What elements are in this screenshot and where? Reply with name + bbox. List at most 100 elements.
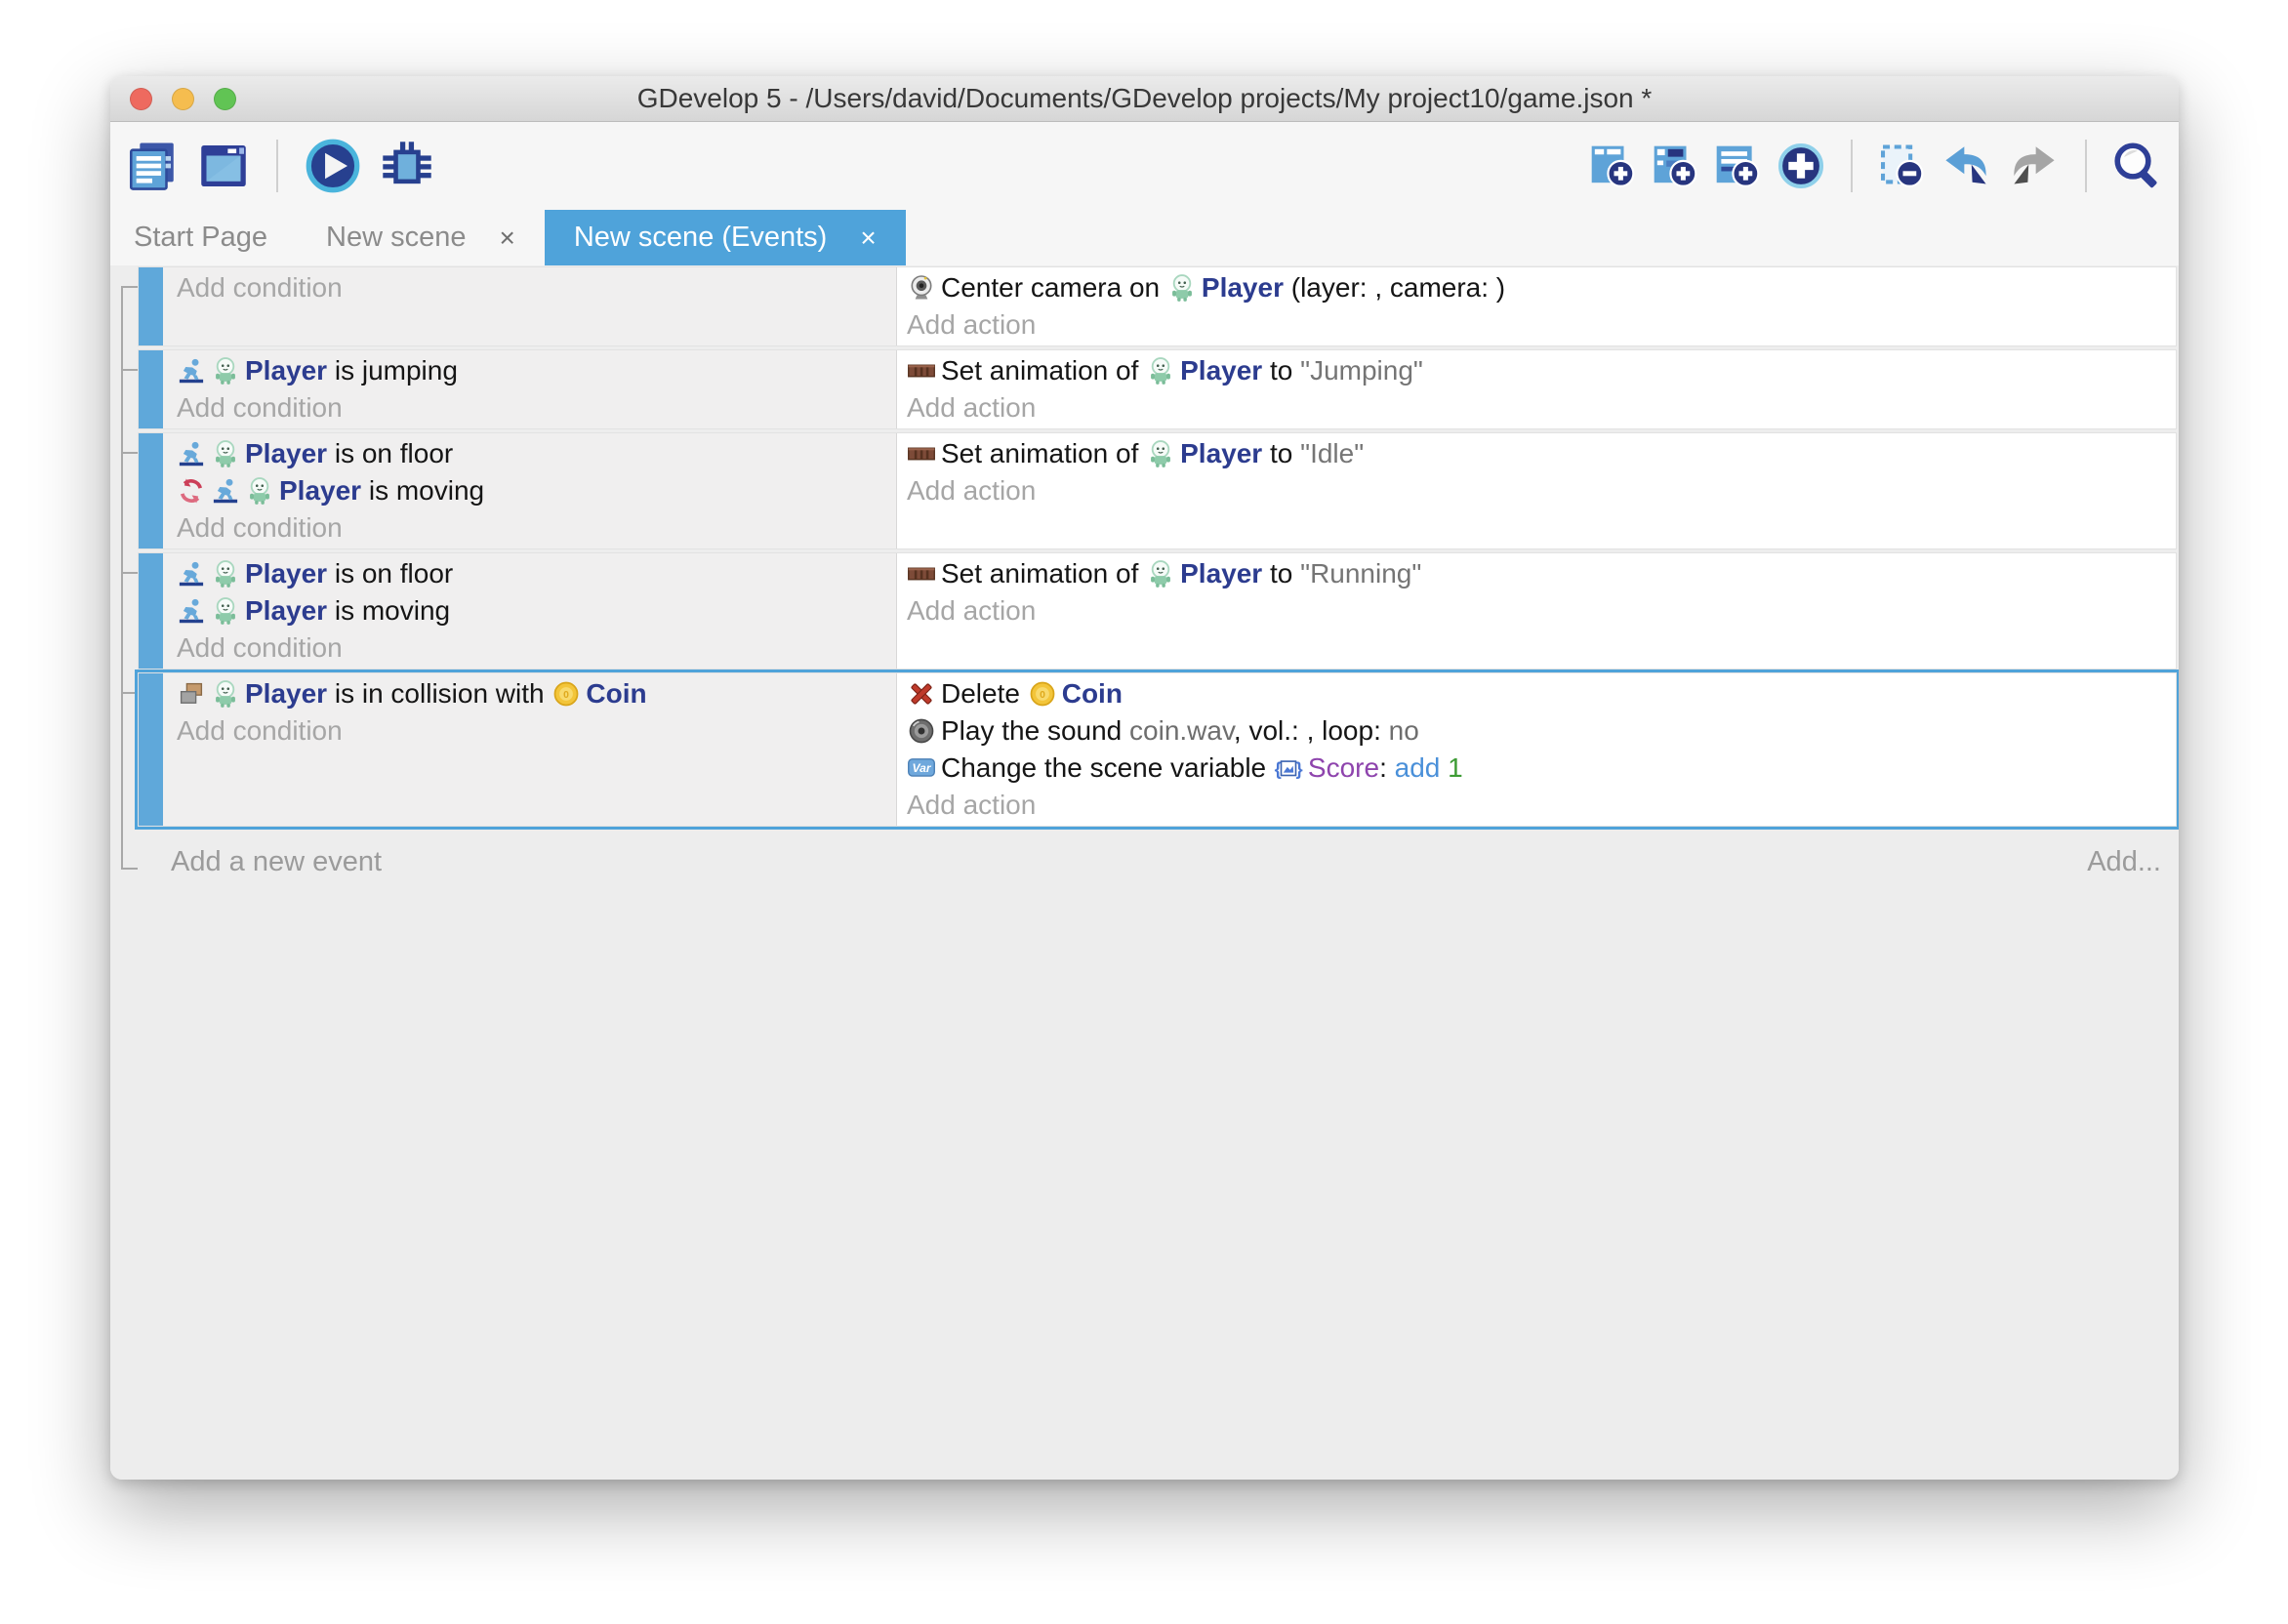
action-line[interactable]: Delete 0Coin — [897, 675, 2176, 712]
action-line[interactable]: VarChange the scene variable {}Score: ad… — [897, 750, 2176, 787]
tab-close-icon[interactable]: × — [860, 223, 876, 254]
add-event-button[interactable] — [1587, 142, 1636, 190]
svg-text:Var: Var — [912, 761, 931, 775]
tab-start-page[interactable]: Start Page — [110, 210, 297, 265]
text-segment: Play the sound — [941, 715, 1129, 746]
text-segment: Player — [245, 595, 327, 626]
add-action-button[interactable]: Add action — [897, 472, 2176, 509]
text-segment: Delete — [941, 678, 1028, 709]
add-condition-button[interactable]: Add condition — [163, 389, 896, 426]
minimize-window-button[interactable] — [172, 88, 194, 110]
event-row[interactable]: Add conditionCenter camera on Player (la… — [138, 266, 2177, 346]
add-comment-button[interactable] — [1712, 142, 1761, 190]
text-segment: no — [1389, 715, 1419, 746]
event-row[interactable]: Player is on floorPlayer is movingAdd co… — [138, 432, 2177, 549]
actions-cell: Delete 0CoinPlay the sound coin.wav, vol… — [897, 673, 2176, 826]
redo-button[interactable] — [2007, 139, 2062, 193]
event-handle-bar[interactable] — [139, 673, 163, 826]
add-more-button[interactable]: Add... — [2087, 846, 2161, 878]
close-window-button[interactable] — [130, 88, 152, 110]
events-sheet: Add conditionCenter camera on Player (la… — [110, 265, 2179, 1480]
tab-label: Start Page — [134, 222, 267, 254]
add-subevent-button[interactable] — [1650, 142, 1698, 190]
text-segment: Set animation of — [941, 558, 1146, 589]
collision-icon — [177, 679, 206, 709]
window-title: GDevelop 5 - /Users/david/Documents/GDev… — [110, 83, 2179, 114]
svg-text:{: { — [1274, 758, 1281, 779]
add-action-button[interactable]: Add action — [897, 592, 2176, 629]
add-action-button[interactable]: Add action — [897, 389, 2176, 426]
tab-new-scene-events[interactable]: New scene (Events) × — [545, 210, 906, 265]
player-icon — [1146, 356, 1175, 386]
action-line[interactable]: Play the sound coin.wav, vol.: , loop: n… — [897, 712, 2176, 750]
tab-new-scene[interactable]: New scene× — [297, 210, 545, 265]
text-segment: to — [1262, 355, 1300, 386]
conditions-cell: Player is in collision with 0CoinAdd con… — [163, 673, 897, 826]
delete-icon — [907, 679, 936, 709]
add-condition-button[interactable]: Add condition — [163, 629, 896, 667]
animation-icon — [907, 559, 936, 589]
player-icon — [211, 596, 240, 626]
condition-line[interactable]: Player is on floor — [163, 555, 896, 592]
animation-icon — [907, 356, 936, 386]
player-icon — [1167, 273, 1197, 303]
delete-selection-icon — [1876, 142, 1925, 190]
tab-label: New scene (Events) — [574, 222, 828, 254]
invert-icon — [177, 476, 206, 506]
search-button[interactable] — [2110, 139, 2165, 193]
debug-icon — [378, 137, 436, 195]
condition-line[interactable]: Player is in collision with 0Coin — [163, 675, 896, 712]
events-sheet-footer: Add a new event Add... — [171, 846, 2161, 878]
zoom-window-button[interactable] — [214, 88, 236, 110]
camera-icon — [907, 273, 936, 303]
condition-line[interactable]: Player is jumping — [163, 352, 896, 389]
add-condition-button[interactable]: Add condition — [163, 712, 896, 750]
condition-line[interactable]: Player is on floor — [163, 435, 896, 472]
action-line[interactable]: Set animation of Player to "Running" — [897, 555, 2176, 592]
event-handle-bar[interactable] — [139, 350, 163, 428]
condition-line[interactable]: Player is moving — [163, 472, 896, 509]
undo-button[interactable] — [1939, 139, 1993, 193]
animation-icon — [907, 439, 936, 468]
add-more-button[interactable] — [1775, 140, 1827, 192]
play-button[interactable] — [304, 137, 362, 195]
text-segment: Center camera on — [941, 272, 1167, 303]
scene-editor-button[interactable] — [196, 139, 251, 193]
add-action-button[interactable]: Add action — [897, 787, 2176, 824]
tab-bar: Start Page New scene× New scene (Events) × — [110, 210, 2179, 265]
event-row[interactable]: Player is in collision with 0CoinAdd con… — [138, 672, 2177, 827]
condition-line[interactable]: Player is moving — [163, 592, 896, 629]
platformer-icon — [177, 439, 206, 468]
add-event-icon — [1587, 142, 1636, 190]
action-line[interactable]: Set animation of Player to "Jumping" — [897, 352, 2176, 389]
event-handle-bar[interactable] — [139, 553, 163, 669]
add-condition-button[interactable]: Add condition — [163, 509, 896, 547]
text-segment: , vol.: , loop: — [1234, 715, 1389, 746]
add-action-button[interactable]: Add action — [897, 306, 2176, 344]
action-line[interactable]: Center camera on Player (layer: , camera… — [897, 269, 2176, 306]
scene-variable-icon: {} — [1274, 753, 1303, 783]
event-handle-bar[interactable] — [139, 267, 163, 345]
text-segment: coin.wav — [1129, 715, 1234, 746]
toolbar-separator — [1851, 140, 1853, 192]
event-row[interactable]: Player is on floorPlayer is movingAdd co… — [138, 552, 2177, 670]
text-segment: is in collision with — [327, 678, 552, 709]
event-handle-bar[interactable] — [139, 433, 163, 548]
add-new-event-button[interactable]: Add a new event — [171, 846, 382, 878]
toolbar-separator — [276, 140, 278, 192]
project-manager-button[interactable] — [124, 138, 181, 194]
text-segment: Player — [1202, 272, 1284, 303]
text-segment: Player — [1180, 355, 1262, 386]
text-segment: 1 — [1448, 752, 1463, 783]
player-icon — [1146, 439, 1175, 468]
event-row[interactable]: Player is jumpingAdd conditionSet animat… — [138, 349, 2177, 429]
action-line[interactable]: Set animation of Player to "Idle" — [897, 435, 2176, 472]
tab-close-icon[interactable]: × — [500, 223, 515, 254]
text-segment: is on floor — [327, 558, 453, 589]
debug-button[interactable] — [378, 137, 436, 195]
add-condition-button[interactable]: Add condition — [163, 269, 896, 306]
text-segment: "Jumping" — [1300, 355, 1423, 386]
delete-selection-button[interactable] — [1876, 142, 1925, 190]
variable-icon: Var — [907, 753, 936, 783]
title-bar[interactable]: GDevelop 5 - /Users/david/Documents/GDev… — [110, 76, 2179, 122]
